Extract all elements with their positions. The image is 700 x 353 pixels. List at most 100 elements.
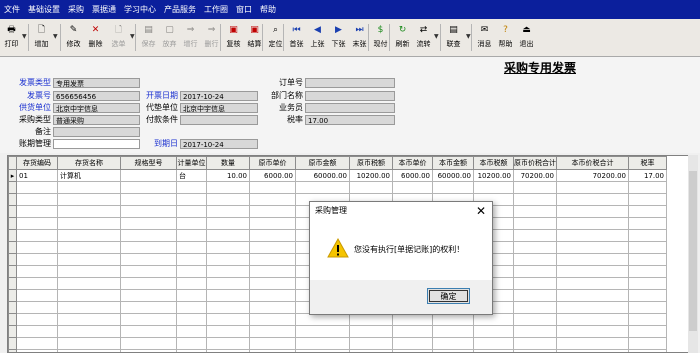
grid-cell[interactable] xyxy=(57,193,121,206)
grid-cell[interactable] xyxy=(513,265,557,278)
grid-cell[interactable] xyxy=(628,229,667,242)
dropdown-arrow-icon[interactable]: ▼ xyxy=(434,33,439,40)
grid-cell[interactable] xyxy=(513,349,557,352)
grid-cell[interactable] xyxy=(120,289,177,302)
grid-cell[interactable] xyxy=(295,181,350,194)
grid-cell[interactable] xyxy=(120,229,177,242)
toolbar-button-discard[interactable]: ▢ 放弃 xyxy=(159,21,180,54)
grid-cell[interactable] xyxy=(628,241,667,254)
toolbar-button-next-record[interactable]: ▶ 下张 xyxy=(328,21,349,54)
grid-cell[interactable] xyxy=(206,253,250,266)
grid-cell[interactable] xyxy=(176,289,207,302)
vertical-scrollbar[interactable] xyxy=(688,155,698,353)
row-header-cell[interactable] xyxy=(8,277,17,290)
empty-row[interactable] xyxy=(8,349,667,352)
grid-cell[interactable] xyxy=(120,349,177,352)
grid-cell[interactable]: 10200.00 xyxy=(473,169,514,182)
grid-cell[interactable] xyxy=(249,205,296,218)
grid-cell[interactable] xyxy=(628,313,667,326)
due-date-field[interactable]: 2017-10-24 xyxy=(180,139,258,149)
purchase-type-field[interactable]: 普通采购 xyxy=(53,115,140,125)
grid-cell[interactable] xyxy=(513,217,557,230)
dialog-titlebar[interactable]: 采购管理 ✕ xyxy=(310,202,492,220)
grid-cell[interactable] xyxy=(556,181,629,194)
grid-cell[interactable]: 01 xyxy=(16,169,58,182)
grid-cell[interactable] xyxy=(206,181,250,194)
grid-cell[interactable] xyxy=(57,241,121,254)
grid-cell[interactable] xyxy=(249,241,296,254)
grid-cell[interactable] xyxy=(628,337,667,350)
grid-cell[interactable] xyxy=(57,289,121,302)
column-header[interactable]: 数量 xyxy=(206,156,250,170)
row-header-cell[interactable]: ▸ xyxy=(8,169,17,182)
grid-cell[interactable]: 60000.00 xyxy=(432,169,474,182)
grid-cell[interactable] xyxy=(556,241,629,254)
grid-cell[interactable] xyxy=(349,337,393,350)
grid-cell[interactable] xyxy=(249,289,296,302)
toolbar-button-add-document[interactable]: 🗋 增加 xyxy=(31,21,52,54)
grid-cell[interactable] xyxy=(206,325,250,338)
grid-cell[interactable] xyxy=(206,337,250,350)
toolbar-button-save[interactable]: ▤ 保存 xyxy=(138,21,159,54)
order-no-field[interactable] xyxy=(305,78,395,88)
toolbar-button-edit[interactable]: ✎ 修改 xyxy=(63,21,84,54)
row-header-cell[interactable] xyxy=(8,217,17,230)
grid-cell[interactable] xyxy=(57,253,121,266)
grid-cell[interactable] xyxy=(556,193,629,206)
row-header-cell[interactable] xyxy=(8,313,17,326)
grid-cell[interactable] xyxy=(432,181,474,194)
grid-cell[interactable] xyxy=(57,205,121,218)
dropdown-arrow-icon[interactable]: ▼ xyxy=(466,33,471,40)
grid-cell[interactable] xyxy=(57,325,121,338)
grid-cell[interactable] xyxy=(120,217,177,230)
grid-cell[interactable] xyxy=(628,265,667,278)
row-header-cell[interactable] xyxy=(8,265,17,278)
tax-rate-field[interactable]: 17.00 xyxy=(305,115,395,125)
grid-cell[interactable] xyxy=(249,193,296,206)
row-header-cell[interactable] xyxy=(8,181,17,194)
row-header-cell[interactable] xyxy=(8,301,17,314)
column-header[interactable]: 存货编码 xyxy=(16,156,58,170)
column-header[interactable]: 本币金额 xyxy=(432,156,474,170)
menu-item-8[interactable]: 帮助 xyxy=(256,0,280,19)
grid-cell[interactable] xyxy=(16,217,58,230)
agent-unit-field[interactable]: 北京中宇信息 xyxy=(180,103,258,113)
grid-cell[interactable] xyxy=(628,277,667,290)
grid-cell[interactable] xyxy=(206,193,250,206)
grid-cell[interactable] xyxy=(16,241,58,254)
grid-cell[interactable] xyxy=(513,181,557,194)
grid-cell[interactable] xyxy=(249,325,296,338)
account-mgmt-field[interactable] xyxy=(53,139,140,149)
grid-cell[interactable] xyxy=(473,349,514,352)
grid-cell[interactable] xyxy=(57,217,121,230)
empty-row[interactable] xyxy=(8,325,667,338)
grid-cell[interactable] xyxy=(176,337,207,350)
row-header-cell[interactable] xyxy=(8,193,17,206)
grid-cell[interactable] xyxy=(176,313,207,326)
grid-cell[interactable] xyxy=(249,349,296,352)
grid-cell[interactable] xyxy=(57,313,121,326)
grid-cell[interactable] xyxy=(176,349,207,352)
grid-cell[interactable] xyxy=(432,325,474,338)
grid-cell[interactable] xyxy=(120,325,177,338)
toolbar-button-pay-now[interactable]: $ 现付 xyxy=(370,21,391,54)
grid-cell[interactable] xyxy=(206,217,250,230)
grid-cell[interactable] xyxy=(16,265,58,278)
empty-row[interactable] xyxy=(8,181,667,194)
toolbar-button-exit[interactable]: ⏏ 退出 xyxy=(516,21,537,54)
toolbar-button-flow[interactable]: ⇄ 流转 xyxy=(413,21,434,54)
grid-cell[interactable] xyxy=(432,349,474,352)
grid-cell[interactable] xyxy=(513,337,557,350)
menu-item-5[interactable]: 产品服务 xyxy=(160,0,200,19)
grid-cell[interactable] xyxy=(513,241,557,254)
grid-cell[interactable] xyxy=(392,325,433,338)
grid-cell[interactable] xyxy=(206,241,250,254)
invoice-no-field[interactable]: 656656456 xyxy=(53,91,140,101)
column-header[interactable]: 原币单价 xyxy=(249,156,296,170)
grid-cell[interactable] xyxy=(392,349,433,352)
grid-cell[interactable] xyxy=(176,241,207,254)
toolbar-button-delete-row[interactable]: ⇒ 删行 xyxy=(201,21,222,54)
grid-cell[interactable] xyxy=(120,265,177,278)
grid-cell[interactable] xyxy=(556,337,629,350)
column-header[interactable]: 本币单价 xyxy=(392,156,433,170)
